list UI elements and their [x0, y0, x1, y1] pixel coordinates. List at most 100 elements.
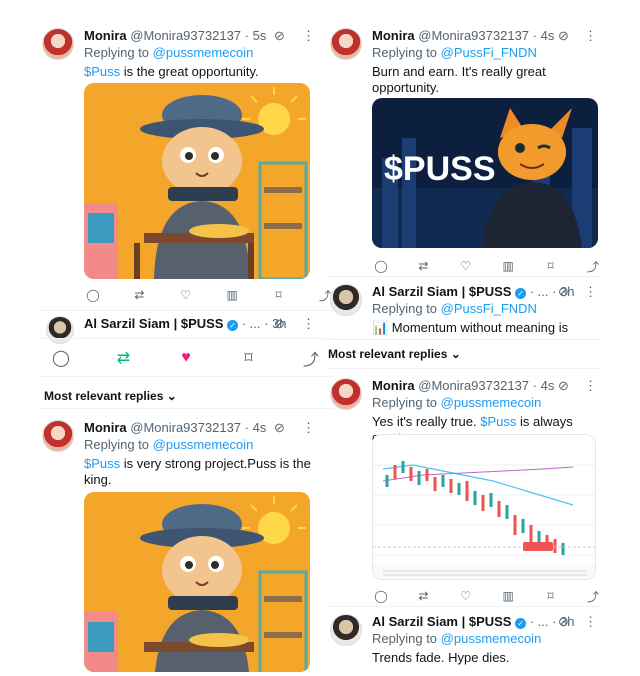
tweet-text: Trends fade. Hype dies.	[372, 650, 510, 665]
avatar[interactable]	[42, 420, 74, 452]
reply-icon[interactable]: ◯	[50, 348, 72, 368]
verified-badge-icon: ✓	[515, 288, 527, 299]
cashtag[interactable]: $Puss	[480, 414, 516, 429]
avatar[interactable]	[330, 284, 362, 316]
more-icon[interactable]: ⋮	[584, 284, 597, 300]
author-handle[interactable]: @Monira93732137	[130, 420, 241, 435]
tweet-image-chart[interactable]	[372, 434, 596, 580]
avatar[interactable]	[330, 378, 362, 410]
author-handle[interactable]: @Monira93732137	[418, 28, 529, 43]
divider	[38, 310, 334, 311]
tweet-siam-header[interactable]: Al Sarzil Siam | $PUSS ✓ · ... · 3h ⊘ ⋮	[38, 316, 334, 344]
bookmark-icon[interactable]: ⌑	[270, 288, 288, 302]
tweet-text: $Puss is the great opportunity.	[84, 64, 334, 80]
divider	[38, 338, 334, 339]
tweet-siam-2[interactable]: Al Sarzil Siam | $PUSS ✓ · ... · 3h ⊘ ⋮ …	[326, 614, 602, 670]
grok-icon[interactable]: ⊘	[558, 614, 569, 630]
grok-icon[interactable]: ⊘	[274, 420, 285, 436]
tweet-monira-1[interactable]: Monira @Monira93732137 · 5s ⊘ ⋮ Replying…	[38, 28, 334, 308]
main-tweet-actions: ◯ ⇄ ♥ ⌑ ⤴	[50, 347, 322, 369]
bookmark-icon[interactable]: ⌑	[542, 589, 560, 603]
banner-text: $PUSS	[384, 150, 496, 188]
cashtag[interactable]: $Puss	[84, 64, 120, 79]
share-icon[interactable]: ⤴	[584, 588, 602, 605]
avatar[interactable]	[330, 28, 362, 60]
divider	[326, 339, 602, 340]
replying-prefix: Replying to	[372, 301, 438, 316]
like-icon[interactable]: ♡	[457, 589, 475, 603]
retweet-icon[interactable]: ⇄	[414, 589, 432, 603]
grok-icon[interactable]: ⊘	[558, 378, 569, 394]
more-icon[interactable]: ⋮	[302, 420, 315, 436]
grok-icon[interactable]: ⊘	[558, 28, 569, 44]
avatar[interactable]	[330, 614, 362, 646]
sort-replies-dropdown[interactable]: Most relevant replies ⌄	[44, 389, 177, 403]
author-name[interactable]: Al Sarzil Siam | $PUSS	[372, 614, 511, 629]
views-icon[interactable]: ▥	[499, 259, 517, 273]
like-icon[interactable]: ♥	[175, 349, 197, 367]
cashtag[interactable]: $Puss	[84, 456, 120, 471]
author-name[interactable]: Monira	[372, 28, 415, 43]
retweet-icon[interactable]: ⇄	[414, 259, 432, 273]
tweet-image-puss[interactable]: $PUSS	[372, 98, 598, 248]
divider	[38, 408, 334, 409]
tweet-image-cat[interactable]	[84, 492, 310, 672]
grok-icon[interactable]: ⊘	[274, 28, 285, 44]
replying-prefix: Replying to	[372, 631, 438, 646]
retweet-icon[interactable]: ⇄	[130, 288, 148, 302]
replying-to-link[interactable]: @pussmemecoin	[153, 437, 254, 452]
tweet-actions: ◯ ⇄ ♡ ▥ ⌑ ⤴	[372, 588, 602, 604]
reply-icon[interactable]: ◯	[372, 259, 390, 273]
more-icon[interactable]: ⋮	[584, 614, 597, 630]
more-icon[interactable]: ⋮	[302, 28, 315, 44]
tweet-header: Monira @Monira93732137 · 5s ⊘ ⋮	[84, 28, 334, 45]
divider	[38, 376, 334, 377]
cat-illustration	[84, 83, 310, 279]
tweet-actions: ◯ ⇄ ♡ ▥ ⌑ ⤴	[372, 258, 602, 274]
replying-to-link[interactable]: @pussmemecoin	[441, 631, 542, 646]
bookmark-icon[interactable]: ⌑	[238, 348, 260, 368]
verified-badge-icon: ✓	[227, 320, 239, 331]
timestamp[interactable]: · 4s	[245, 420, 267, 435]
reply-icon[interactable]: ◯	[84, 288, 102, 302]
author-name[interactable]: Al Sarzil Siam | $PUSS	[372, 284, 511, 299]
tweet-monira-2[interactable]: Monira @Monira93732137 · 4s ⊘ ⋮ Replying…	[38, 420, 334, 676]
share-icon[interactable]: ⤴	[300, 346, 322, 370]
tweet-image-cat[interactable]	[84, 83, 310, 279]
replying-to-link[interactable]: @PussFi_FNDN	[441, 301, 537, 316]
author-name[interactable]: Monira	[84, 420, 127, 435]
grok-icon[interactable]: ⊘	[558, 284, 569, 300]
sort-replies-dropdown[interactable]: Most relevant replies ⌄	[328, 347, 461, 361]
avatar[interactable]	[42, 28, 74, 60]
share-icon[interactable]: ⤴	[584, 258, 602, 275]
views-icon[interactable]: ▥	[499, 589, 517, 603]
author-handle[interactable]: @Monira93732137	[130, 28, 241, 43]
author-name[interactable]: Monira	[84, 28, 127, 43]
author-handle[interactable]: @Monira93732137	[418, 378, 529, 393]
bookmark-icon[interactable]: ⌑	[542, 259, 560, 273]
reply-icon[interactable]: ◯	[372, 589, 390, 603]
replying-to-link[interactable]: @pussmemecoin	[153, 45, 254, 60]
like-icon[interactable]: ♡	[177, 288, 195, 302]
chevron-down-icon: ⌄	[166, 389, 177, 403]
tweet-siam-1[interactable]: Al Sarzil Siam | $PUSS ✓ · ... · 3h ⊘ ⋮ …	[326, 284, 602, 336]
more-icon[interactable]: ⋮	[584, 378, 597, 394]
author-name[interactable]: Monira	[372, 378, 415, 393]
replying-to-link[interactable]: @PussFi_FNDN	[441, 45, 537, 60]
timestamp[interactable]: · 4s	[533, 378, 555, 393]
retweet-icon[interactable]: ⇄	[113, 348, 135, 368]
more-icon[interactable]: ⋮	[584, 28, 597, 44]
avatar[interactable]	[46, 316, 74, 344]
tweet-monira-3[interactable]: Monira @Monira93732137 · 4s ⊘ ⋮ Replying…	[326, 28, 602, 274]
like-icon[interactable]: ♡	[457, 259, 475, 273]
tweet-monira-4[interactable]: Monira @Monira93732137 · 4s ⊘ ⋮ Replying…	[326, 378, 602, 604]
replying-to: Replying to @pussmemecoin	[372, 631, 541, 646]
timestamp[interactable]: · 5s	[245, 28, 267, 43]
timestamp[interactable]: · 4s	[533, 28, 555, 43]
replying-to: Replying to @PussFi_FNDN	[372, 45, 537, 60]
replying-to-link[interactable]: @pussmemecoin	[441, 395, 542, 410]
author-name[interactable]: Al Sarzil Siam | $PUSS	[84, 316, 223, 331]
more-icon[interactable]: ⋮	[302, 316, 315, 332]
views-icon[interactable]: ▥	[223, 288, 241, 302]
grok-icon[interactable]: ⊘	[274, 316, 285, 332]
